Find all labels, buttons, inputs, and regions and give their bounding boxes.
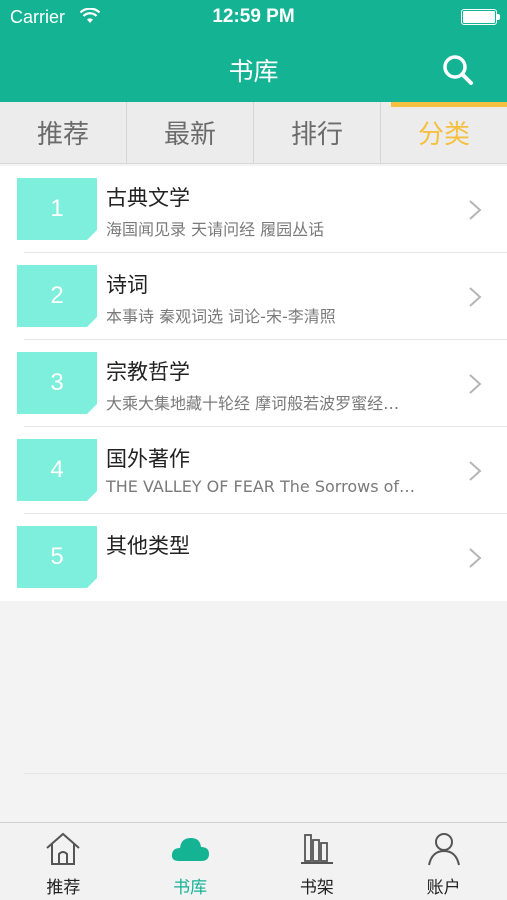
- bottom-tab-bar: 推荐 书库 书架 账户: [0, 822, 507, 900]
- category-tabs: 推荐 最新 排行 分类: [0, 102, 507, 164]
- category-subtitle: 海国闻见录 天请问经 履园丛话: [106, 220, 325, 239]
- list-item[interactable]: 3 宗教哲学 大乘大集地藏十轮经 摩诃般若波罗蜜经…: [0, 340, 507, 427]
- tabbar-item-recommend[interactable]: 推荐: [0, 823, 127, 900]
- tabbar-label: 账户: [426, 878, 461, 898]
- chevron-right-icon: [469, 200, 482, 220]
- page-title: 书库: [228, 57, 279, 86]
- user-icon: [427, 833, 460, 866]
- tabbar-item-bookshelf[interactable]: 书架: [254, 823, 381, 900]
- cloud-icon: [172, 838, 210, 861]
- category-title: 诗词: [106, 273, 148, 297]
- tab-recommend[interactable]: 推荐: [0, 102, 126, 163]
- bookshelf-icon: [300, 834, 333, 864]
- battery-icon: [461, 9, 500, 25]
- category-title: 宗教哲学: [106, 360, 190, 384]
- category-title: 其他类型: [106, 534, 190, 558]
- tabbar-label: 书架: [299, 878, 334, 898]
- status-bar: Carrier 12:59 PM: [0, 0, 507, 36]
- category-number-badge: 4: [17, 439, 97, 501]
- chevron-right-icon: [469, 548, 482, 568]
- list-item[interactable]: 2 诗词 本事诗 秦观词选 词论-宋-李清照: [0, 253, 507, 340]
- tabbar-item-account[interactable]: 账户: [380, 823, 507, 900]
- tab-ranking[interactable]: 排行: [253, 102, 380, 163]
- home-icon: [46, 832, 81, 865]
- divider: [24, 773, 507, 774]
- clock: 12:59 PM: [212, 6, 295, 27]
- list-item[interactable]: 5 其他类型: [0, 514, 507, 601]
- chevron-right-icon: [469, 374, 482, 394]
- tab-category[interactable]: 分类: [380, 102, 507, 163]
- tabbar-item-library[interactable]: 书库: [127, 823, 254, 900]
- category-number-badge: 5: [17, 526, 97, 588]
- chevron-right-icon: [469, 461, 482, 481]
- tabbar-label: 推荐: [46, 878, 81, 898]
- list-item[interactable]: 1 古典文学 海国闻见录 天请问经 履园丛话: [0, 166, 507, 253]
- category-number-badge: 1: [17, 178, 97, 240]
- category-subtitle: THE VALLEY OF FEAR The Sorrows of…: [106, 477, 416, 496]
- category-title: 古典文学: [106, 186, 190, 210]
- category-title: 国外著作: [106, 447, 190, 471]
- category-subtitle: 本事诗 秦观词选 词论-宋-李清照: [106, 307, 336, 326]
- tabbar-label: 书库: [173, 878, 208, 898]
- app-header: Carrier 12:59 PM 书库: [0, 0, 507, 102]
- category-list: 1 古典文学 海国闻见录 天请问经 履园丛话 2 诗词 本事诗 秦观词选 词论-…: [0, 166, 507, 601]
- category-number-badge: 3: [17, 352, 97, 414]
- category-number-badge: 2: [17, 265, 97, 327]
- search-icon: [443, 55, 473, 85]
- list-item[interactable]: 4 国外著作 THE VALLEY OF FEAR The Sorrows of…: [0, 427, 507, 514]
- category-subtitle: 大乘大集地藏十轮经 摩诃般若波罗蜜经…: [106, 394, 400, 413]
- chevron-right-icon: [469, 287, 482, 307]
- search-button[interactable]: [440, 52, 476, 88]
- tab-latest[interactable]: 最新: [126, 102, 253, 163]
